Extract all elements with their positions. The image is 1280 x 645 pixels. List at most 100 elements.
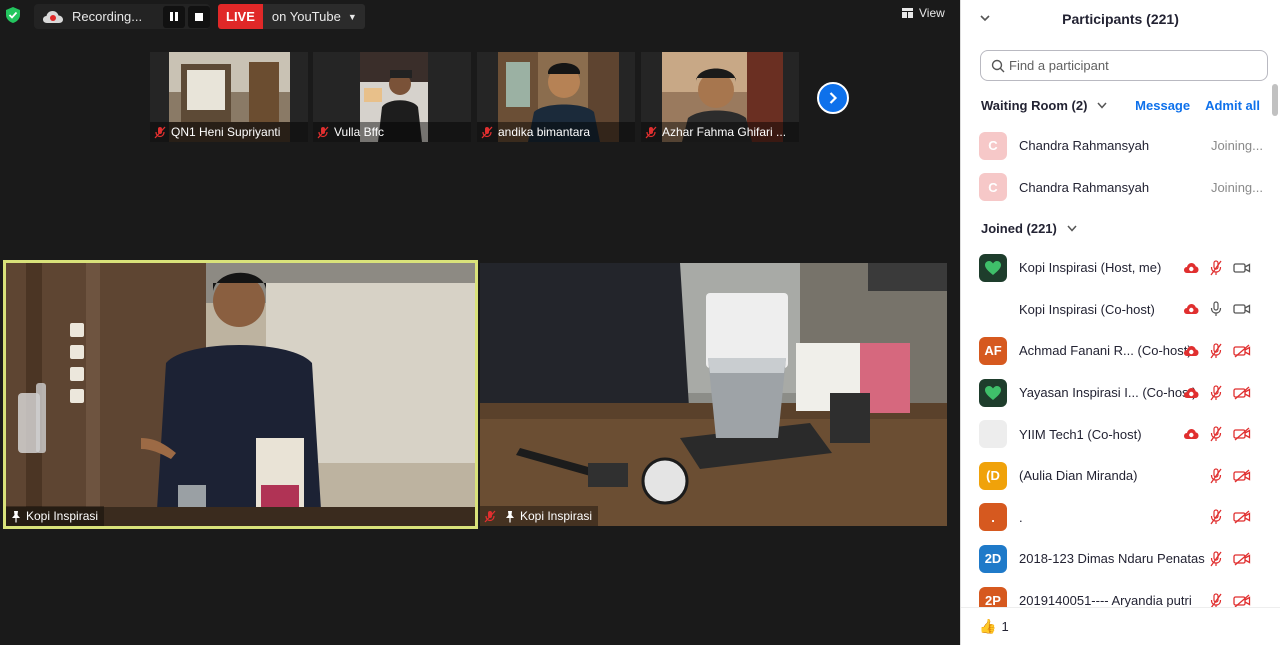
message-button[interactable]: Message (1135, 98, 1190, 113)
view-button[interactable]: View (902, 6, 945, 20)
participant-name: Chandra Rahmansyah (1019, 179, 1150, 195)
scrollbar[interactable] (1272, 84, 1278, 604)
participant-video (6, 263, 475, 526)
video-thumbnail[interactable]: QN1 Heni Supriyanti (150, 52, 308, 142)
live-stream-badge[interactable]: LIVE on YouTube ▼ (218, 4, 365, 29)
live-target-label: on YouTube (271, 9, 341, 24)
pause-recording-button[interactable] (163, 5, 185, 28)
video-off-icon[interactable] (1233, 344, 1251, 358)
next-page-button[interactable] (817, 82, 849, 114)
search-input[interactable] (1009, 58, 1259, 73)
participant-name: Kopi Inspirasi (520, 509, 593, 523)
list-item[interactable]: YIIM Tech1 (Co-host) (961, 413, 1273, 455)
list-item[interactable]: C Chandra Rahmansyah Joining... (961, 125, 1273, 167)
video-off-icon[interactable] (1233, 552, 1251, 566)
participant-status-icons (1199, 551, 1251, 567)
video-off-icon[interactable] (1233, 427, 1251, 441)
participant-status-icons (1173, 384, 1251, 401)
mic-muted-icon[interactable] (1209, 551, 1223, 567)
list-item[interactable]: Yayasan Inspirasi I... (Co-host) (961, 372, 1273, 414)
thumbnail-name-bar: QN1 Heni Supriyanti (150, 122, 308, 142)
recording-indicator: Recording... (34, 4, 210, 29)
video-thumbnail[interactable]: Vulla Bffc (313, 52, 471, 142)
list-item[interactable]: (D (Aulia Dian Miranda) (961, 455, 1273, 497)
mic-muted-icon (317, 126, 329, 138)
mic-icon[interactable] (1209, 301, 1223, 317)
thumbnail-name-bar: Azhar Fahma Ghifari ... (641, 122, 799, 142)
participant-name: Yayasan Inspirasi I... (Co-host) (1019, 385, 1197, 401)
mic-muted-icon[interactable] (1209, 384, 1223, 401)
joined-toggle[interactable]: Joined (221) (981, 221, 1077, 236)
avatar: (D (979, 461, 1007, 490)
cloud-record-icon (1184, 345, 1199, 356)
scrollbar-thumb[interactable] (1272, 84, 1278, 116)
list-item[interactable]: .. (961, 497, 1273, 539)
list-item[interactable]: AF Achmad Fanani R... (Co-host) (961, 330, 1273, 372)
participant-name: Kopi Inspirasi (26, 509, 99, 523)
participant-name: Kopi Inspirasi (Host, me) (1019, 260, 1162, 276)
spotlight-pin-icon (12, 510, 20, 522)
mic-muted-icon[interactable] (1209, 426, 1223, 442)
joined-list: Kopi Inspirasi (Host, me) Kopi Inspirasi … (961, 247, 1273, 621)
participant-video (480, 263, 947, 526)
participant-name: (Aulia Dian Miranda) (1019, 468, 1138, 484)
participant-name: Achmad Fanani R... (Co-host) (1019, 343, 1192, 359)
video-thumbnail[interactable]: Azhar Fahma Ghifari ... (641, 52, 799, 142)
chevron-down-icon[interactable] (979, 12, 991, 24)
video-off-icon[interactable] (1233, 469, 1251, 483)
participant-status-icons (1199, 468, 1251, 484)
list-item[interactable]: 2D 2018-123 Dimas Ndaru Penatas (961, 538, 1273, 580)
avatar: C (979, 131, 1007, 160)
video-tile-active-speaker[interactable]: Kopi Inspirasi (3, 260, 478, 529)
mic-muted-icon[interactable] (1209, 260, 1223, 276)
video-thumbnail[interactable]: andika bimantara (477, 52, 635, 142)
video-off-icon[interactable] (1233, 386, 1251, 400)
spotlight-pin-icon (506, 510, 514, 522)
participant-name: YIIM Tech1 (Co-host) (1019, 426, 1142, 442)
participant-name: . (1019, 509, 1023, 525)
mic-muted-icon (484, 510, 496, 522)
avatar (979, 378, 1007, 407)
joining-status: Joining... (1210, 138, 1263, 154)
participant-status-icons (1173, 301, 1251, 317)
reaction-count: 1 (1001, 619, 1009, 634)
participant-name: 2018-123 Dimas Ndaru Penatas (1019, 551, 1205, 567)
participant-status-icons (1173, 343, 1251, 359)
participant-status-icons (1173, 260, 1251, 276)
live-target-dropdown[interactable]: on YouTube ▼ (262, 4, 365, 29)
video-off-icon[interactable] (1233, 594, 1251, 608)
mic-muted-icon[interactable] (1209, 509, 1223, 525)
participant-search[interactable] (980, 50, 1268, 81)
joining-status: Joining... (1210, 179, 1263, 195)
admit-all-button[interactable]: Admit all (1205, 98, 1260, 113)
waiting-room-toggle[interactable]: Waiting Room (2) (981, 98, 1107, 113)
list-item[interactable]: Kopi Inspirasi (Co-host) (961, 289, 1273, 331)
cloud-record-icon (1184, 387, 1199, 398)
heart-logo-icon (985, 385, 1001, 400)
list-item[interactable]: Kopi Inspirasi (Host, me) (961, 247, 1273, 289)
video-icon[interactable] (1233, 261, 1251, 275)
zoom-window: Recording... LIVE on YouTube ▼ View QN1 … (0, 0, 1280, 645)
mic-muted-icon[interactable] (1209, 468, 1223, 484)
mic-muted-icon[interactable] (1209, 343, 1223, 359)
cloud-record-icon (43, 10, 63, 23)
stop-recording-button[interactable] (188, 5, 210, 28)
participant-name: Vulla Bffc (334, 125, 385, 139)
video-icon[interactable] (1233, 302, 1251, 316)
video-off-icon[interactable] (1233, 510, 1251, 524)
shield-icon[interactable] (4, 6, 22, 24)
participant-name: Azhar Fahma Ghifari ... (662, 125, 787, 139)
participant-name: Kopi Inspirasi (Co-host) (1019, 301, 1155, 317)
video-name-label: Kopi Inspirasi (480, 506, 599, 526)
panel-header: Participants (221) (961, 0, 1280, 38)
participant-name: QN1 Heni Supriyanti (171, 125, 281, 139)
live-label: LIVE (218, 4, 263, 29)
caret-down-icon: ▼ (347, 11, 357, 22)
chevron-down-icon (1097, 102, 1107, 109)
video-tile[interactable]: Kopi Inspirasi (480, 263, 947, 526)
avatar: AF (979, 336, 1007, 365)
list-item[interactable]: C Chandra Rahmansyah Joining... (961, 167, 1273, 209)
meeting-area: Recording... LIVE on YouTube ▼ View QN1 … (0, 0, 960, 645)
avatar (979, 420, 1007, 449)
grid-view-icon (902, 8, 913, 18)
